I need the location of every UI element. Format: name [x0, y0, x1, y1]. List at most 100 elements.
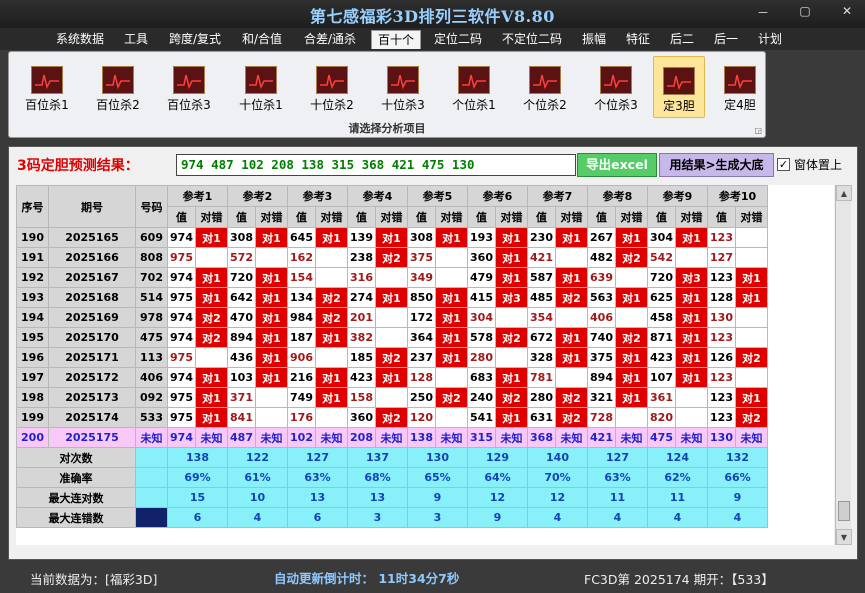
generate-base-button[interactable]: 用结果>生成大底 [659, 153, 774, 177]
cell-verdict [555, 367, 588, 388]
cell-verdict: 对2 [375, 247, 408, 268]
cell-verdict: 对2 [195, 307, 228, 328]
cell-verdict: 对2 [435, 387, 468, 408]
table-row[interactable]: 196 2025171 113 975 436 对1 906 185 对2 237 对1 280 328… [16, 347, 768, 368]
cell-value: 415 [467, 287, 496, 308]
scroll-up-icon[interactable]: ▲ [836, 185, 852, 201]
table-row[interactable]: 191 2025166 808 975 572 162 238 对2 375 360 对1 421 48… [16, 247, 768, 268]
stats-value: 132 [707, 447, 768, 468]
stats-value: 63% [587, 467, 648, 488]
menu-tools[interactable]: 工具 [118, 30, 154, 49]
cell-verdict: 对2 [375, 407, 408, 428]
cell-verdict: 未知 [375, 427, 408, 448]
table-row[interactable]: 199 2025174 533 975 对1 841 176 360 对2 120 541 对1 631… [16, 407, 768, 428]
cell-verdict: 未知 [735, 427, 768, 448]
cell-value: 193 [467, 227, 496, 248]
cell-value: 631 [527, 407, 556, 428]
ribbon-button-9[interactable]: 个位杀3 [584, 56, 648, 118]
topmost-checkbox[interactable]: ✓ [777, 158, 790, 171]
menu-span[interactable]: 跨度/复式 [162, 30, 228, 49]
prediction-row[interactable]: 200 2025175 未知 974 未知 487 未知 102 未知 208 未知 138 未知 315… [16, 427, 768, 448]
stats-value: 127 [287, 447, 348, 468]
cell-seq: 193 [16, 287, 49, 308]
stats-value: 4 [707, 507, 768, 528]
table-row[interactable]: 194 2025169 978 974 对2 470 对1 984 对2 201 172 对1 304 3… [16, 307, 768, 328]
prediction-result-field[interactable]: 974 487 102 208 138 315 368 421 475 130 [176, 154, 576, 176]
cell-seq: 197 [16, 367, 49, 388]
ribbon-button-6[interactable]: 十位杀3 [371, 56, 435, 118]
ribbon-button-8[interactable]: 个位杀2 [513, 56, 577, 118]
cell-verdict: 对1 [615, 387, 648, 408]
ribbon-button-7[interactable]: 个位杀1 [442, 56, 506, 118]
ribbon-button-2[interactable]: 百位杀2 [86, 56, 150, 118]
ribbon-button-1[interactable]: 百位杀1 [15, 56, 79, 118]
cell-value: 208 [347, 427, 376, 448]
scroll-thumb[interactable] [838, 501, 850, 521]
scroll-down-icon[interactable]: ▼ [836, 529, 852, 545]
menu-last-two[interactable]: 后二 [664, 30, 700, 49]
cell-verdict: 对1 [195, 227, 228, 248]
menu-unfixed-two[interactable]: 不定位二码 [496, 30, 568, 49]
cell-verdict: 对1 [375, 227, 408, 248]
cell-issue: 2025167 [48, 267, 136, 288]
cell-value: 487 [227, 427, 256, 448]
ribbon-button-5[interactable]: 十位杀2 [300, 56, 364, 118]
topmost-option[interactable]: ✓ 窗体置上 [777, 156, 842, 173]
cell-value: 127 [707, 247, 736, 268]
cell-verdict: 对2 [735, 407, 768, 428]
menu-amplitude[interactable]: 振幅 [576, 30, 612, 49]
table-row[interactable]: 193 2025168 514 975 对1 642 对1 134 对2 274 对1 850 对1 41… [16, 287, 768, 308]
menu-plan[interactable]: 计划 [752, 30, 788, 49]
ribbon-launcher-icon[interactable]: ◲ [754, 126, 762, 135]
cell-verdict: 对1 [255, 227, 288, 248]
cell-seq: 200 [16, 427, 49, 448]
cell-verdict: 对2 [615, 247, 648, 268]
menu-fixed-two[interactable]: 定位二码 [428, 30, 488, 49]
cell-value: 906 [287, 347, 316, 368]
cell-verdict [375, 387, 408, 408]
menu-features[interactable]: 特征 [620, 30, 656, 49]
cell-value: 240 [467, 387, 496, 408]
menu-system-data[interactable]: 系统数据 [50, 30, 110, 49]
cell-verdict [555, 247, 588, 268]
menu-last-one[interactable]: 后一 [708, 30, 744, 49]
cell-value: 375 [587, 347, 616, 368]
cell-verdict: 未知 [255, 427, 288, 448]
table-row[interactable]: 197 2025172 406 974 对1 103 对1 216 对1 423 对1 128 683 对… [16, 367, 768, 388]
stats-value: 62% [647, 467, 708, 488]
ribbon-button-label: 十位杀3 [381, 98, 425, 112]
header-ref-8: 参考8 [587, 185, 648, 207]
header-ref-3: 参考3 [287, 185, 348, 207]
menu-positions[interactable]: 百十个 [371, 30, 421, 49]
cell-value: 984 [287, 307, 316, 328]
cell-seq: 195 [16, 327, 49, 348]
stats-value: 61% [227, 467, 288, 488]
export-excel-button[interactable]: 导出excel [577, 153, 657, 177]
ribbon-button-10[interactable]: 定3胆 [653, 56, 705, 118]
menu-diff[interactable]: 合差/通杀 [297, 30, 363, 49]
cell-value: 130 [707, 427, 736, 448]
ribbon: 百位杀1 百位杀2 百位杀3 十位杀1 十位杀2 十位杀3 个位杀1 个位杀2 个位杀3 定3胆 定… [8, 51, 766, 138]
cell-issue: 2025174 [48, 407, 136, 428]
ribbon-button-label: 定4胆 [724, 98, 756, 112]
close-button[interactable]: ✕ [837, 4, 857, 21]
vertical-scrollbar[interactable]: ▲ ▼ [835, 185, 852, 545]
ribbon-button-3[interactable]: 百位杀3 [157, 56, 221, 118]
maximize-button[interactable]: ▢ [795, 4, 815, 21]
header-verdict: 对错 [735, 206, 768, 228]
ribbon-button-4[interactable]: 十位杀1 [229, 56, 293, 118]
minimize-button[interactable]: － [753, 4, 773, 21]
stats-row: 准确率 69% 61% 63% 68% 65% 64% 70% 63% 62% 66% [16, 467, 768, 488]
table-row[interactable]: 198 2025173 092 975 对1 371 749 对1 158 250 对2 240 对2 2… [16, 387, 768, 408]
cell-value: 470 [227, 307, 256, 328]
ribbon-button-11[interactable]: 定4胆 [714, 56, 766, 118]
cell-verdict [195, 247, 228, 268]
cell-verdict: 对1 [735, 287, 768, 308]
table-row[interactable]: 190 2025165 609 974 对1 308 对1 645 对1 139 对1 308 对1 19… [16, 227, 768, 248]
cell-verdict [255, 387, 288, 408]
cell-value: 304 [647, 227, 676, 248]
menu-sum[interactable]: 和/合值 [236, 30, 288, 49]
header-value: 值 [467, 206, 496, 228]
table-row[interactable]: 192 2025167 702 974 对1 720 对1 154 316 349 479 对1 587… [16, 267, 768, 288]
table-row[interactable]: 195 2025170 475 974 对2 894 对1 187 对1 382 364 对1 578 对… [16, 327, 768, 348]
